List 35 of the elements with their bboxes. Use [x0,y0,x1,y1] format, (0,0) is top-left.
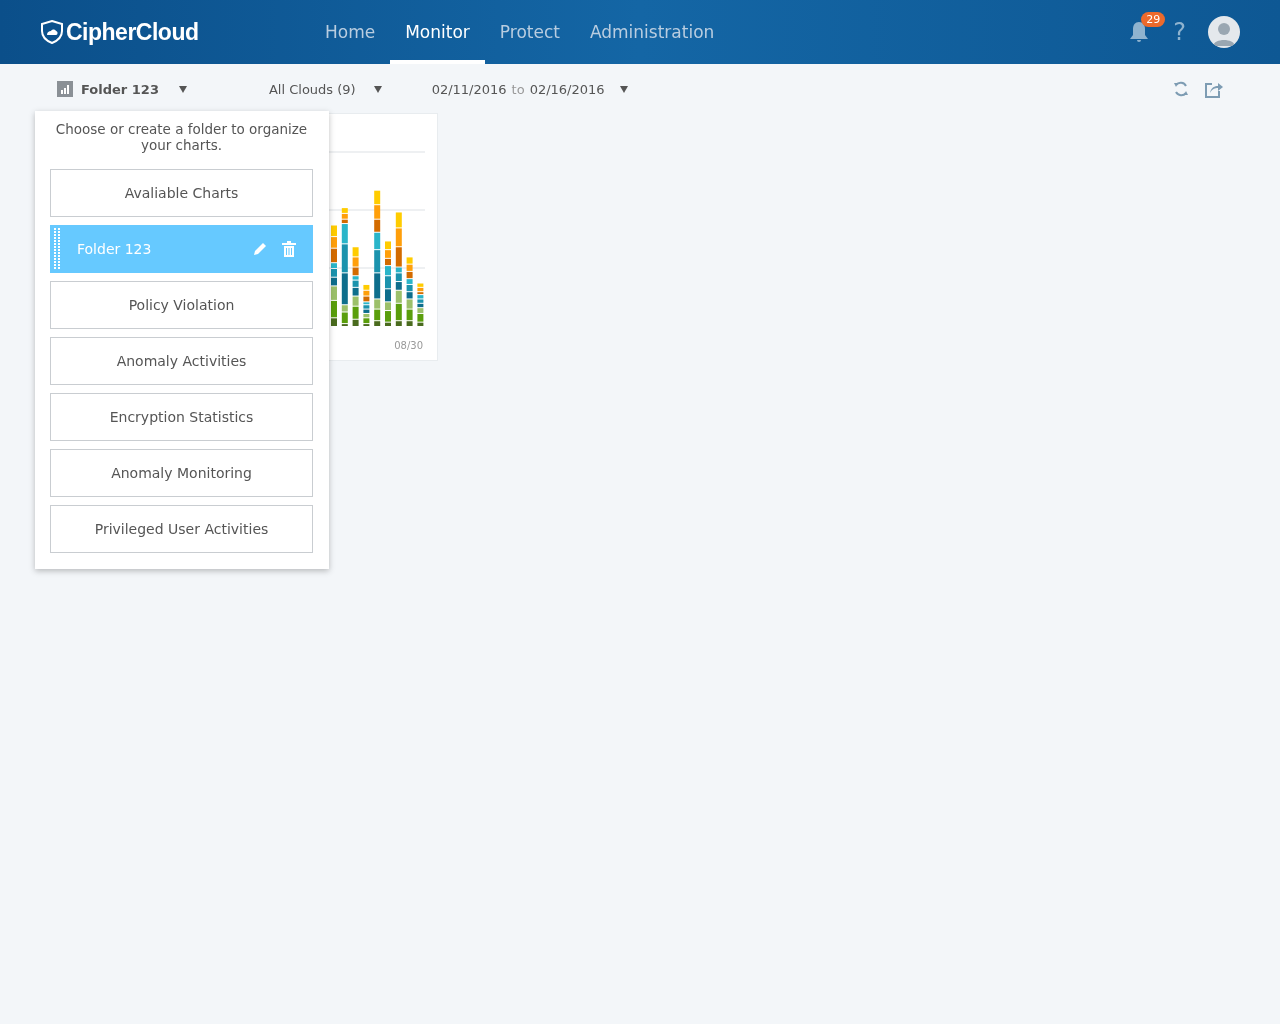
stacked-bar [363,284,370,326]
folder-item[interactable]: Avaliable Charts [50,169,313,217]
date-separator: to [511,81,525,97]
bar-chart-icon [57,81,73,97]
axis-label: 08/30 [394,340,423,351]
folder-selector[interactable]: Folder 123 [81,81,159,97]
nav-tab[interactable]: Monitor [390,0,485,64]
caret-icon[interactable] [619,85,628,93]
folder-item[interactable]: Anomaly Activities [50,337,313,385]
stacked-bar [417,283,424,326]
logo[interactable]: CipherCloud [40,18,270,46]
folder-item[interactable]: Policy Violation [50,281,313,329]
folder-hint: Choose or create a folder to organize your charts. [54,121,309,153]
date-to[interactable]: 02/16/2016 [529,81,605,97]
caret-icon[interactable] [178,85,187,93]
shield-logo-icon [40,20,64,44]
cloud-selector[interactable]: All Clouds (9) [268,81,356,97]
refresh-icon[interactable] [1172,80,1190,98]
folder-item[interactable]: Encryption Statistics [50,393,313,441]
nav-tab[interactable]: Protect [484,0,575,64]
trash-icon[interactable] [282,241,296,257]
folder-item[interactable]: Privileged User Activities [50,505,313,553]
drag-handle-icon[interactable] [53,227,61,271]
nav-tab[interactable]: Home [310,0,391,64]
logo-text: CipherCloud [66,18,199,46]
share-icon[interactable] [1204,80,1224,98]
pencil-icon[interactable] [252,241,268,257]
folder-item[interactable]: Anomaly Monitoring [50,449,313,497]
caret-icon[interactable] [373,85,382,93]
stacked-bar [406,257,413,326]
nav-tab[interactable]: Administration [574,0,730,64]
notification-badge: 29 [1141,12,1166,27]
avatar[interactable] [1208,16,1240,48]
date-from[interactable]: 02/11/2016 [431,81,507,97]
folder-name: Folder 123 [77,241,153,257]
